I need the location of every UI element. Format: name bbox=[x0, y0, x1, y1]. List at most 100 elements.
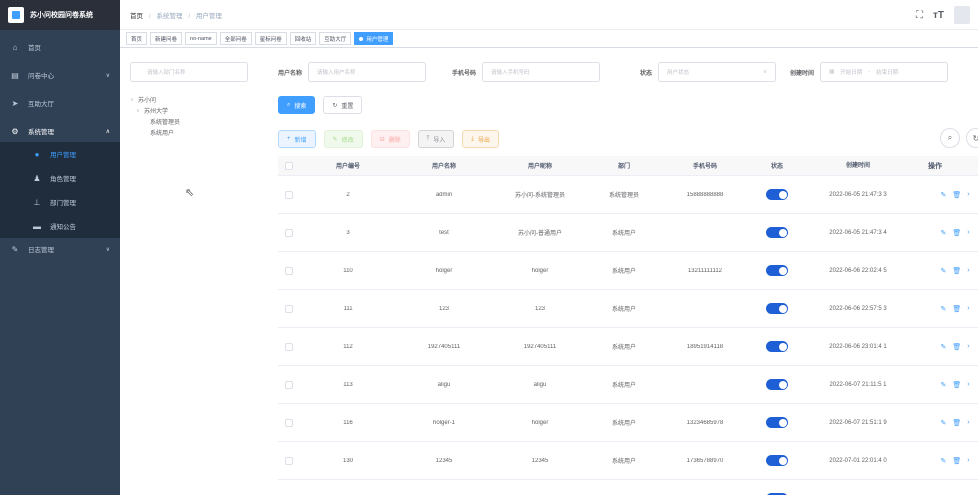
tree-node[interactable]: ∨ 苏州大学 bbox=[130, 105, 180, 116]
row-checkbox[interactable] bbox=[278, 304, 300, 313]
status-switch[interactable] bbox=[766, 379, 788, 390]
table-row[interactable]: 110 holger holger 系统用户 13211111112 2022-… bbox=[278, 252, 978, 290]
edit-button[interactable]: ✎ 修改 bbox=[323, 130, 363, 148]
more-icon[interactable]: › bbox=[967, 457, 969, 465]
tree-node[interactable]: 系统用户 bbox=[130, 127, 180, 138]
more-icon[interactable]: › bbox=[967, 267, 969, 275]
tag-recycle[interactable]: 回收站 bbox=[289, 32, 317, 45]
status-switch[interactable] bbox=[766, 341, 788, 352]
more-icon[interactable]: › bbox=[967, 419, 969, 427]
column-header[interactable]: 部门 bbox=[588, 161, 660, 170]
column-header[interactable]: 用户编号 bbox=[300, 161, 396, 170]
tag-home[interactable]: 首页 bbox=[126, 32, 148, 45]
table-row[interactable]: 112 1927405111 1927405111 系统用户 189519141… bbox=[278, 328, 978, 366]
column-header[interactable]: 手机号码 bbox=[660, 161, 750, 170]
edit-icon[interactable]: ✎ bbox=[940, 191, 946, 199]
breadcrumb-system[interactable]: 系统管理 bbox=[156, 13, 182, 20]
sidebar-item-help-hall[interactable]: ➤ 互助大厅 bbox=[0, 92, 120, 114]
sidebar-item-system[interactable]: ⚙ 系统管理 ∧ bbox=[0, 120, 120, 142]
column-header[interactable]: 用户昵称 bbox=[492, 161, 588, 170]
tag-user-management[interactable]: 用户管理 bbox=[354, 32, 394, 45]
row-checkbox[interactable] bbox=[278, 266, 300, 275]
tag-starred[interactable]: 星标问卷 bbox=[254, 32, 287, 45]
import-button[interactable]: ⤒ 导入 bbox=[417, 130, 455, 148]
status-select[interactable]: 用户状态 ∨ bbox=[658, 62, 777, 82]
status-switch[interactable] bbox=[766, 417, 788, 428]
edit-icon[interactable]: ✎ bbox=[940, 267, 946, 275]
table-row[interactable]: 2 admin 苏小问-系统管理员 系统管理员 15888888888 2022… bbox=[278, 176, 978, 214]
delete-icon[interactable]: 🗑 bbox=[952, 191, 961, 199]
tree-node[interactable]: 系统管理员 bbox=[130, 116, 180, 127]
table-row[interactable]: 3 test 苏小问-普通用户 系统用户 2022-06-05 21:47:3 … bbox=[278, 214, 978, 252]
sidebar-item-notices[interactable]: ▬ 通知公告 bbox=[0, 214, 120, 238]
delete-icon[interactable]: 🗑 bbox=[952, 381, 961, 389]
tag-all-surveys[interactable]: 全部问卷 bbox=[219, 32, 252, 45]
status-switch[interactable] bbox=[766, 455, 788, 466]
table-row[interactable]: 130 12345 12345 系统用户 17365788970 2022-07… bbox=[278, 442, 978, 480]
app-logo[interactable]: 苏小问校园问卷系统 bbox=[0, 0, 120, 30]
date-range-picker[interactable]: ▦ 开始日期 - 结束日期 bbox=[820, 62, 949, 82]
more-icon[interactable]: › bbox=[967, 381, 969, 389]
edit-icon[interactable]: ✎ bbox=[940, 229, 946, 237]
reset-button[interactable]: ↻ 重置 bbox=[323, 96, 363, 114]
search-button[interactable]: ⌕ 搜索 bbox=[278, 96, 316, 114]
tag-new-survey[interactable]: 新建问卷 bbox=[150, 32, 183, 45]
column-header[interactable]: 创建时间 bbox=[804, 161, 912, 171]
fullscreen-icon[interactable]: ⛶ bbox=[916, 10, 923, 21]
delete-button[interactable]: ⊟ 删除 bbox=[370, 130, 410, 148]
row-checkbox[interactable] bbox=[278, 418, 300, 427]
status-switch[interactable] bbox=[766, 303, 788, 314]
column-header[interactable]: 状态 bbox=[750, 161, 804, 170]
edit-icon[interactable]: ✎ bbox=[940, 343, 946, 351]
avatar[interactable] bbox=[954, 6, 970, 24]
delete-icon[interactable]: 🗑 bbox=[952, 305, 961, 313]
delete-icon[interactable]: 🗑 bbox=[952, 229, 961, 237]
breadcrumb-home[interactable]: 首页 bbox=[130, 13, 143, 20]
edit-icon[interactable]: ✎ bbox=[940, 305, 946, 313]
sidebar-item-logs[interactable]: ✎ 日志管理 ∨ bbox=[0, 238, 120, 260]
more-icon[interactable]: › bbox=[967, 305, 969, 313]
tag-help-hall[interactable]: 互助大厅 bbox=[319, 32, 352, 45]
more-icon[interactable]: › bbox=[967, 343, 969, 351]
status-switch[interactable] bbox=[766, 265, 788, 276]
delete-icon[interactable]: 🗑 bbox=[952, 267, 961, 275]
dept-search-input[interactable]: 请输入部门名称 bbox=[130, 62, 248, 82]
username-input[interactable]: 请输入用户名称 bbox=[308, 62, 427, 82]
refresh-button[interactable]: ↻ bbox=[966, 128, 978, 148]
add-button[interactable]: + 新增 bbox=[278, 130, 316, 148]
table-row[interactable]: 116 holger-1 holger 系统用户 13234685978 202… bbox=[278, 404, 978, 442]
row-checkbox[interactable] bbox=[278, 190, 300, 199]
font-size-icon[interactable]: тT bbox=[933, 10, 944, 21]
edit-icon[interactable]: ✎ bbox=[940, 457, 946, 465]
sidebar-item-roles[interactable]: ♟ 角色管理 bbox=[0, 166, 120, 190]
more-icon[interactable]: › bbox=[967, 229, 969, 237]
end-date-input[interactable]: 结束日期 bbox=[876, 68, 898, 76]
select-all-checkbox[interactable] bbox=[278, 161, 300, 170]
row-checkbox[interactable] bbox=[278, 228, 300, 237]
tag-no-name[interactable]: no-name bbox=[185, 32, 217, 45]
more-icon[interactable]: › bbox=[967, 191, 969, 199]
start-date-input[interactable]: 开始日期 bbox=[840, 68, 862, 76]
sidebar-item-survey-center[interactable]: ▤ 问卷中心 ∨ bbox=[0, 64, 120, 86]
edit-icon[interactable]: ✎ bbox=[940, 381, 946, 389]
row-checkbox[interactable] bbox=[278, 342, 300, 351]
delete-icon[interactable]: 🗑 bbox=[952, 419, 961, 427]
row-checkbox[interactable] bbox=[278, 380, 300, 389]
table-row[interactable]: 2022-07-01 22:03:0 ✎ 🗑 › bbox=[278, 480, 978, 495]
table-row[interactable]: 111 123 123 系统用户 2022-06-06 22:57:5 3 ✎ … bbox=[278, 290, 978, 328]
phone-input[interactable]: 请输入手机号码 bbox=[482, 62, 601, 82]
status-switch[interactable] bbox=[766, 189, 788, 200]
sidebar-item-users[interactable]: ● 用户管理 bbox=[0, 142, 120, 166]
edit-icon[interactable]: ✎ bbox=[940, 419, 946, 427]
column-header[interactable]: 用户名称 bbox=[396, 161, 492, 170]
sidebar-item-home[interactable]: ⌂ 首页 bbox=[0, 36, 120, 58]
table-row[interactable]: 113 aligu aligu 系统用户 2022-06-07 21:11:5 … bbox=[278, 366, 978, 404]
delete-icon[interactable]: 🗑 bbox=[952, 457, 961, 465]
status-switch[interactable] bbox=[766, 227, 788, 238]
tree-node[interactable]: ∨ 苏小问 bbox=[130, 94, 180, 105]
sidebar-item-depts[interactable]: ⊥ 部门管理 bbox=[0, 190, 120, 214]
row-checkbox[interactable] bbox=[278, 456, 300, 465]
delete-icon[interactable]: 🗑 bbox=[952, 343, 961, 351]
toggle-search-button[interactable]: ⌕ bbox=[940, 128, 960, 148]
export-button[interactable]: ⤓ 导出 bbox=[462, 130, 499, 148]
